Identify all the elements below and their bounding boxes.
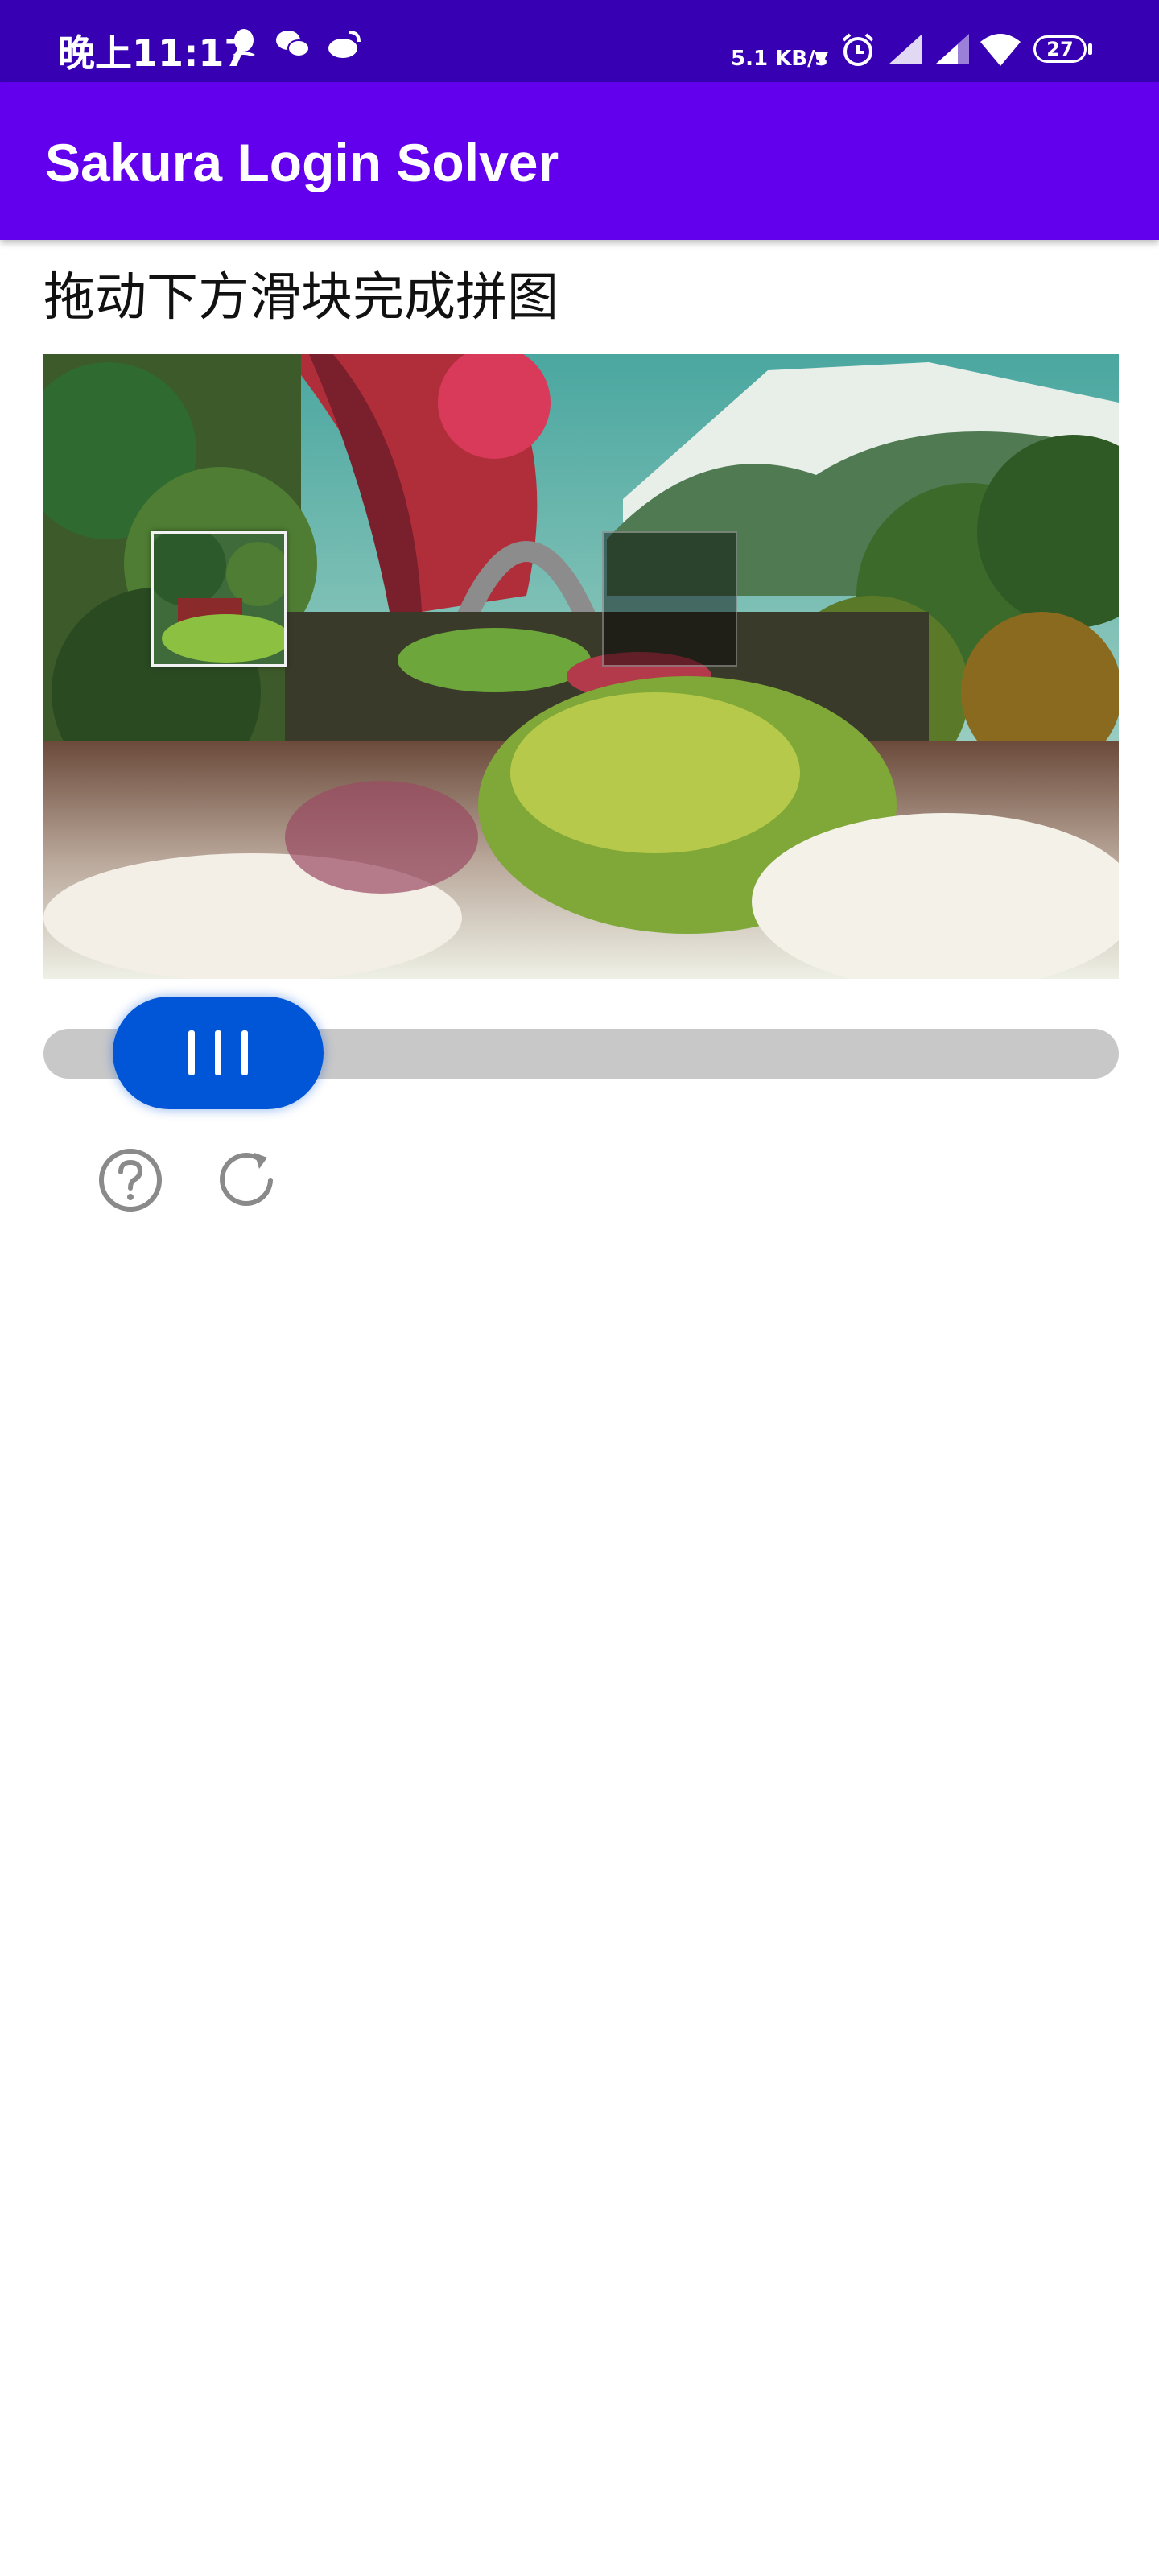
puzzle-piece[interactable] [146, 526, 291, 667]
signal-icon-2 [935, 34, 969, 64]
battery-icon: 27 [1033, 35, 1087, 63]
grip-line [188, 1030, 195, 1075]
status-time: 晚上11:17 [58, 31, 250, 75]
captcha-instruction: 拖动下方滑块完成拼图 [43, 268, 559, 328]
puzzle-target-slot [602, 531, 737, 667]
help-icon[interactable] [97, 1146, 164, 1214]
slider-thumb[interactable] [113, 997, 324, 1109]
wifi-icon [980, 34, 1021, 66]
weibo-icon [328, 31, 361, 58]
network-speed: 5.1 KB/s [731, 47, 828, 71]
battery-tip [1088, 43, 1092, 55]
download-arrow-icon: ▼ [815, 48, 828, 68]
wechat-icon [276, 31, 310, 57]
grip-line [241, 1030, 248, 1075]
grip-line [215, 1030, 221, 1075]
captcha-puzzle-image [43, 354, 1119, 979]
puzzle-piece-image [146, 526, 291, 664]
signal-icon [889, 34, 922, 64]
app-title: Sakura Login Solver [45, 133, 559, 192]
status-bar: 晚上11:17 5.1 KB/s ▼ 27 [0, 0, 1159, 82]
battery-level: 27 [1046, 38, 1074, 60]
refresh-icon[interactable] [214, 1146, 282, 1214]
alarm-icon [842, 33, 874, 66]
app-bar: Sakura Login Solver [0, 82, 1159, 240]
qq-icon [233, 29, 255, 56]
